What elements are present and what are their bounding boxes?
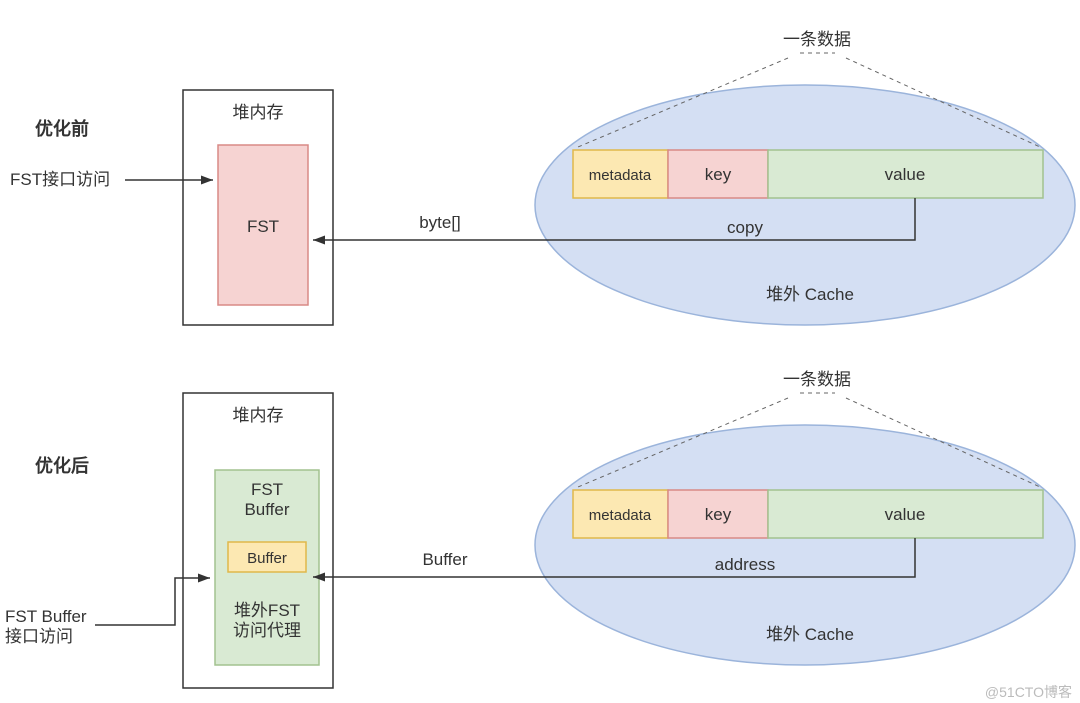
section-label-before: 优化前 [35, 118, 89, 139]
fst-label: FST [247, 217, 279, 236]
buffer-arrow-label: Buffer [422, 550, 467, 569]
buffer-inner-label: Buffer [247, 550, 287, 567]
key-cell-before: key [705, 165, 732, 184]
diagram: 优化前 堆内存 FST FST接口访问 堆外 Cache metadata ke… [0, 0, 1080, 703]
watermark: @51CTO博客 [985, 684, 1072, 700]
access-arrow-after [95, 578, 210, 625]
data-row-before: metadata key value [573, 150, 1043, 198]
value-cell-after: value [885, 505, 926, 524]
proxy-label-2: 访问代理 [233, 621, 301, 640]
access-label-after-2: 接口访问 [5, 627, 73, 646]
metadata-cell-before: metadata [589, 167, 652, 184]
fst-buffer-label-2: Buffer [244, 500, 289, 519]
cache-label-before: 堆外 Cache [766, 285, 854, 304]
value-cell-before: value [885, 165, 926, 184]
address-label: address [715, 555, 775, 574]
heap-title-before: 堆内存 [233, 103, 284, 122]
record-label-before: 一条数据 [783, 30, 851, 49]
proxy-label-1: 堆外FST [234, 601, 300, 620]
heap-title-after: 堆内存 [233, 406, 284, 425]
fst-buffer-label-1: FST [251, 480, 283, 499]
byte-array-label: byte[] [419, 213, 461, 232]
access-label-before: FST接口访问 [10, 170, 110, 189]
copy-label: copy [727, 218, 763, 237]
access-label-after-1: FST Buffer [5, 607, 87, 626]
record-label-after: 一条数据 [783, 370, 851, 389]
section-label-after: 优化后 [35, 455, 89, 476]
key-cell-after: key [705, 505, 732, 524]
metadata-cell-after: metadata [589, 507, 652, 524]
data-row-after: metadata key value [573, 490, 1043, 538]
cache-label-after: 堆外 Cache [766, 625, 854, 644]
